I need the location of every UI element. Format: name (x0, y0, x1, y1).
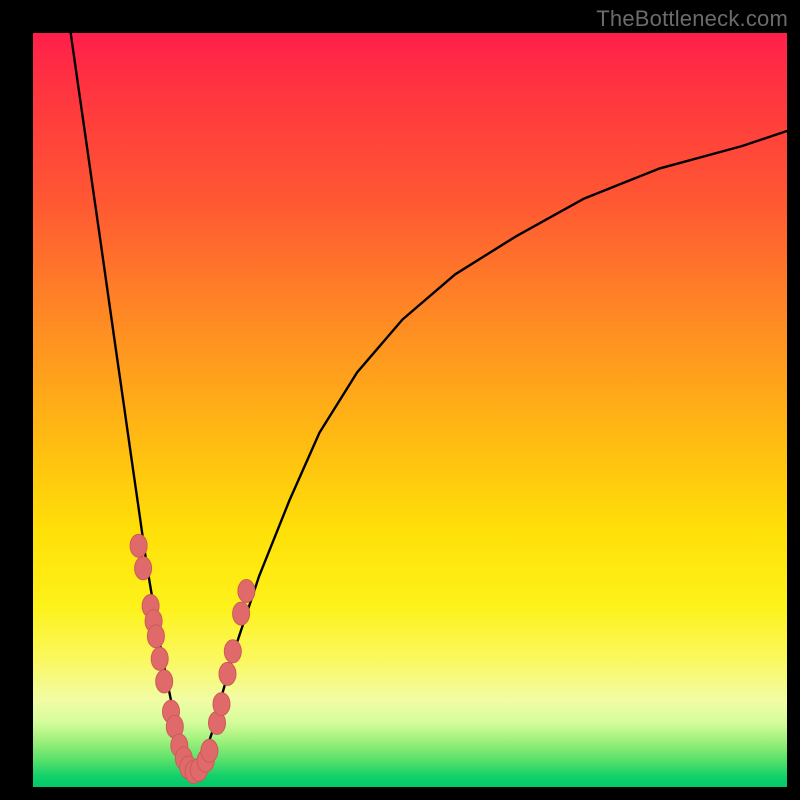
chart-frame: TheBottleneck.com (0, 0, 800, 800)
plot-area (33, 33, 787, 787)
watermark-text: TheBottleneck.com (596, 6, 788, 32)
